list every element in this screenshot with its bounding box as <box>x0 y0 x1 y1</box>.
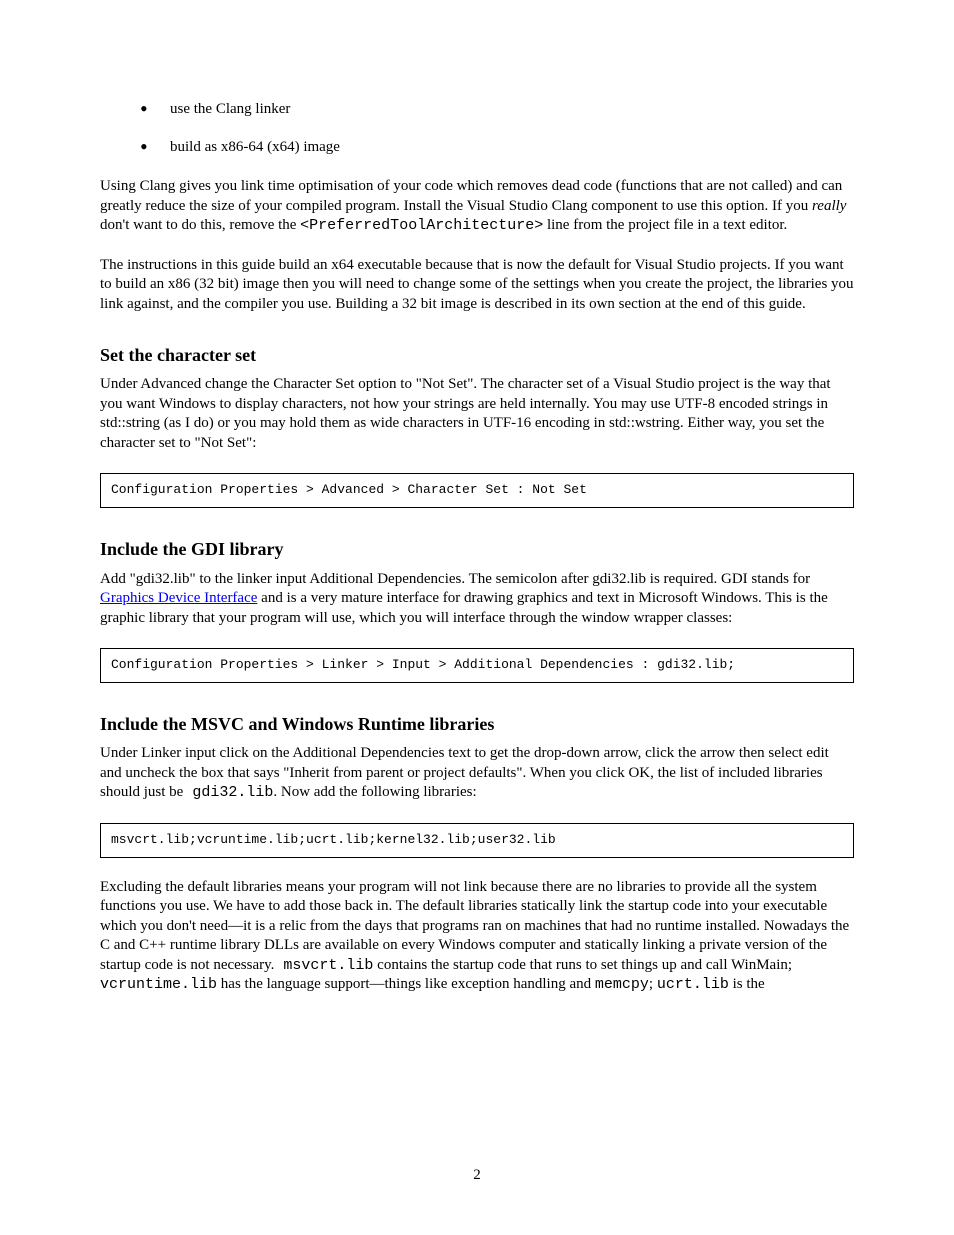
code-block: msvcrt.lib;vcruntime.lib;ucrt.lib;kernel… <box>100 823 854 858</box>
list-item: use the Clang linker <box>140 100 854 120</box>
code-block: Configuration Properties > Advanced > Ch… <box>100 473 854 508</box>
paragraph: Using Clang gives you link time optimisa… <box>100 177 854 236</box>
section-heading: Set the character set <box>100 344 854 367</box>
section-heading: Include the GDI library <box>100 538 854 561</box>
section-heading: Include the MSVC and Windows Runtime lib… <box>100 713 854 736</box>
paragraph: Excluding the default libraries means yo… <box>100 878 854 995</box>
code-block: Configuration Properties > Linker > Inpu… <box>100 648 854 683</box>
page-number: 2 <box>0 1166 954 1186</box>
list-item: build as x86-64 (x64) image <box>140 138 854 158</box>
paragraph: Add "gdi32.lib" to the linker input Addi… <box>100 570 854 629</box>
paragraph: Under Advanced change the Character Set … <box>100 375 854 453</box>
paragraph: The instructions in this guide build an … <box>100 256 854 315</box>
paragraph: Under Linker input click on the Addition… <box>100 744 854 803</box>
gdi-link[interactable]: Graphics Device Interface <box>100 590 257 606</box>
